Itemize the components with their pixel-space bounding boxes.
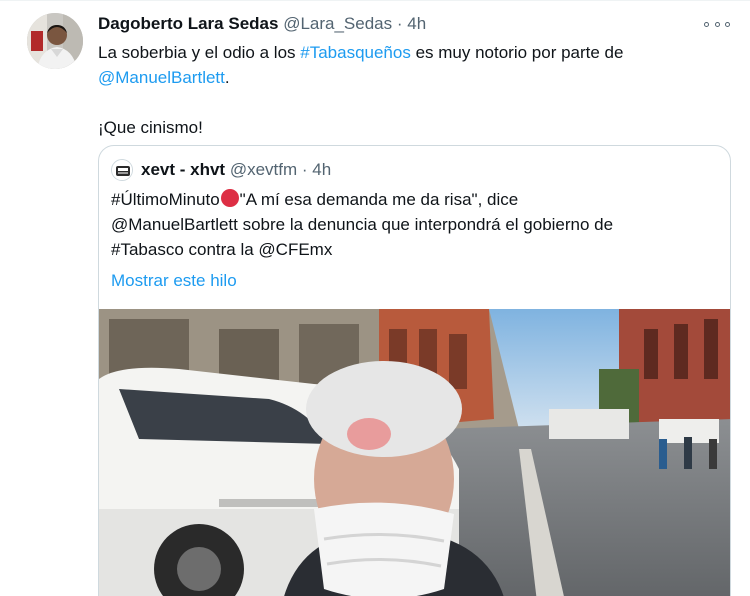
quoted-time[interactable]: 4h: [312, 160, 331, 179]
tweet-header: Dagoberto Lara Sedas @Lara_Sedas · 4h: [98, 13, 426, 35]
meta-separator: ·: [396, 14, 403, 33]
hashtag-text: #ÚltimoMinuto: [111, 190, 220, 209]
tweet-text-line-1: La soberbia y el odio a los #Tabasqueños…: [98, 40, 728, 65]
tweet-text: La soberbia y el odio a los #Tabasqueños…: [98, 40, 728, 140]
tweet-text-line-3: ¡Que cinismo!: [98, 118, 203, 137]
tweet-text-line-2: @ManuelBartlett.: [98, 65, 728, 90]
video-thumbnail[interactable]: [99, 309, 730, 596]
show-thread-link[interactable]: Mostrar este hilo: [111, 268, 237, 293]
text-segment: La soberbia y el odio a los: [98, 43, 301, 62]
quoted-text: #ÚltimoMinuto "A mí esa demanda me da ris…: [111, 187, 721, 262]
quoted-author-name[interactable]: xevt - xhvt: [141, 160, 225, 179]
text-segment: .: [224, 68, 230, 87]
quoted-tweet[interactable]: xevt - xhvt @xevtfm · 4h #ÚltimoMinuto "A…: [98, 145, 731, 596]
mention-link[interactable]: @ManuelBartlett: [98, 68, 225, 87]
tweet-time[interactable]: 4h: [407, 14, 426, 33]
more-horizontal-icon[interactable]: [704, 15, 730, 33]
quoted-header: xevt - xhvt @xevtfm · 4h: [141, 159, 331, 181]
quoted-author-handle[interactable]: @xevtfm: [230, 160, 297, 179]
hashtag-link[interactable]: #Tabasqueños: [300, 43, 411, 62]
tweet[interactable]: Dagoberto Lara Sedas @Lara_Sedas · 4h La…: [0, 0, 750, 596]
author-name[interactable]: Dagoberto Lara Sedas: [98, 14, 278, 33]
author-handle[interactable]: @Lara_Sedas: [283, 14, 392, 33]
tweet-text-blank: [98, 90, 728, 115]
quoted-text-line-2: @ManuelBartlett sobre la denuncia que in…: [111, 215, 614, 234]
meta-separator: ·: [301, 160, 308, 179]
text-segment: es muy notorio por parte de: [410, 43, 624, 62]
quoted-text-line-1: #ÚltimoMinuto "A mí esa demanda me da ris…: [111, 187, 721, 212]
video-frame-image: [99, 309, 730, 596]
author-avatar[interactable]: [27, 13, 83, 69]
red-circle-emoji: [220, 189, 239, 207]
text-segment: "A mí esa demanda me da risa", dice: [239, 190, 519, 209]
quoted-text-line-3: #Tabasco contra la @CFEmx: [111, 240, 333, 259]
quoted-author-avatar[interactable]: [111, 159, 133, 181]
